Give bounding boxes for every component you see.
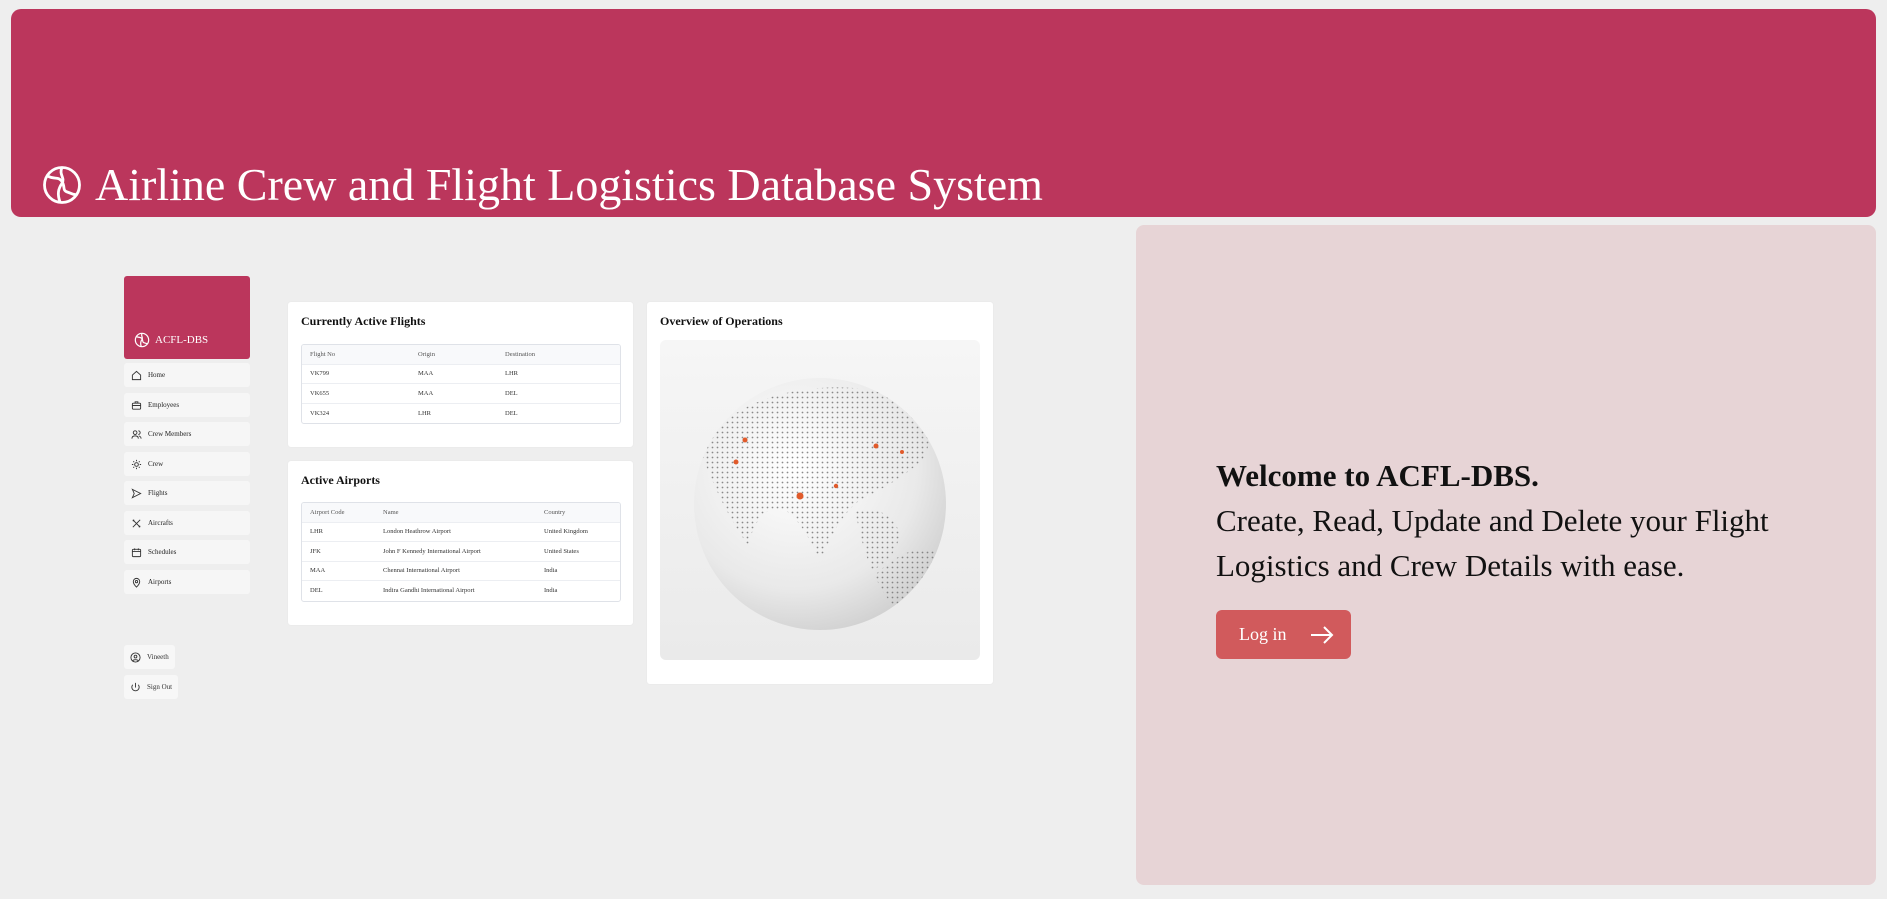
globe-map: [660, 340, 980, 660]
sidebar-item-schedules[interactable]: Schedules: [124, 540, 250, 564]
column-header: Country: [544, 508, 566, 516]
welcome-panel: Welcome to ACFL-DBS. Create, Read, Updat…: [1136, 225, 1876, 885]
sign-out-button[interactable]: Sign Out: [124, 675, 179, 699]
send-icon: [131, 487, 142, 499]
table-cell: MAA: [310, 567, 326, 575]
arrow-right-icon: [1310, 625, 1333, 644]
map-pin-icon: [132, 577, 141, 588]
table-cell: JFK: [310, 547, 321, 555]
globe-icon: [134, 332, 150, 348]
dotted-globe: [694, 378, 946, 630]
table-row[interactable]: VK655 MAA DEL: [302, 384, 620, 404]
table-row[interactable]: JFK John F Kennedy International Airport…: [302, 542, 620, 562]
table-cell: London Heathrow Airport: [383, 528, 451, 536]
column-header: Name: [383, 508, 399, 516]
flight-marker: [742, 437, 748, 443]
users-icon: [131, 429, 142, 439]
user-circle-icon: [130, 651, 141, 663]
table-cell: United States: [544, 547, 579, 555]
sidebar-item-label: Flights: [148, 489, 168, 497]
table-cell: LHR: [418, 409, 431, 417]
sidebar-item-airports[interactable]: Airports: [124, 570, 250, 594]
table-cell: VK799: [310, 370, 330, 378]
flight-marker: [873, 443, 879, 449]
calendar-icon: [131, 547, 142, 557]
table-cell: MAA: [418, 370, 434, 378]
home-icon: [131, 370, 142, 380]
table-cell: United Kingdom: [544, 528, 588, 536]
sidebar-item-crew[interactable]: Crew: [124, 452, 250, 476]
table-row[interactable]: VK324 LHR DEL: [302, 404, 620, 424]
welcome-text: Welcome to ACFL-DBS. Create, Read, Updat…: [1216, 453, 1836, 588]
sidebar-item-employees[interactable]: Employees: [124, 393, 250, 417]
sidebar-item-label: Airports: [148, 578, 172, 586]
user-cog-icon: [131, 459, 142, 469]
table-row[interactable]: MAA Chennai International Airport India: [302, 562, 620, 581]
login-label: Log in: [1239, 624, 1287, 644]
welcome-heading: Welcome to ACFL-DBS.: [1216, 458, 1539, 493]
card-title: Active Airports: [301, 473, 380, 487]
sidebar-item-crew-members[interactable]: Crew Members: [124, 422, 250, 446]
table-cell: MAA: [418, 389, 434, 397]
login-button[interactable]: Log in: [1216, 610, 1351, 659]
user-profile-button[interactable]: Vineeth: [124, 645, 175, 669]
sidebar-header: ACFL-DBS: [124, 276, 250, 359]
flights-table: Flight No Origin Destination VK799 MAA L…: [301, 344, 621, 424]
app-title: Airline Crew and Flight Logistics Databa…: [95, 159, 1043, 210]
globe-icon: [43, 166, 81, 204]
power-icon: [131, 682, 140, 691]
sidebar-item-label: Employees: [148, 401, 180, 409]
column-header: Airport Code: [310, 508, 345, 516]
flight-marker: [900, 450, 904, 454]
sidebar-item-home[interactable]: Home: [124, 363, 250, 387]
app-preview: ACFL-DBS Home Employees Crew Members Cre…: [118, 272, 1005, 722]
sidebar-item-label: Crew: [148, 460, 164, 468]
table-row[interactable]: VK799 MAA LHR: [302, 365, 620, 384]
active-airports-card: Active Airports Airport Code Name Countr…: [288, 461, 633, 625]
table-cell: VK655: [310, 389, 330, 397]
table-cell: John F Kennedy International Airport: [383, 547, 481, 555]
column-header: Flight No: [310, 350, 336, 358]
active-flights-card: Currently Active Flights Flight No Origi…: [288, 302, 633, 447]
column-header: Destination: [505, 350, 535, 358]
flight-marker: [733, 459, 739, 465]
sidebar-item-flights[interactable]: Flights: [124, 481, 250, 505]
table-cell: DEL: [505, 409, 518, 417]
table-cell: Indira Gandhi International Airport: [383, 587, 475, 595]
sidebar-item-label: Home: [148, 371, 166, 379]
table-cell: India: [544, 567, 558, 575]
page-title: Airline Crew and Flight Logistics Databa…: [41, 157, 1043, 213]
sidebar-item-label: Aircrafts: [148, 519, 173, 527]
sidebar-brand: ACFL-DBS: [155, 334, 209, 346]
welcome-description: Create, Read, Update and Delete your Fli…: [1216, 503, 1769, 583]
table-cell: LHR: [310, 528, 323, 536]
sidebar-item-label: Crew Members: [148, 430, 192, 438]
card-title: Overview of Operations: [660, 314, 783, 328]
table-header: Flight No Origin Destination: [302, 345, 620, 365]
sidebar-item-aircrafts[interactable]: Aircrafts: [124, 511, 250, 535]
table-cell: DEL: [505, 389, 518, 397]
user-name: Vineeth: [147, 653, 169, 661]
column-header: Origin: [418, 350, 435, 358]
tools-icon: [132, 519, 141, 527]
table-cell: India: [544, 587, 558, 595]
table-cell: Chennai International Airport: [383, 567, 460, 575]
table-header: Airport Code Name Country: [302, 503, 620, 523]
sign-out-label: Sign Out: [147, 683, 173, 691]
table-row[interactable]: LHR London Heathrow Airport United Kingd…: [302, 523, 620, 542]
header-banner: Airline Crew and Flight Logistics Databa…: [11, 9, 1876, 217]
table-row[interactable]: DEL Indira Gandhi International Airport …: [302, 581, 620, 601]
card-title: Currently Active Flights: [301, 314, 426, 328]
table-cell: DEL: [310, 587, 323, 595]
sidebar-item-label: Schedules: [148, 548, 177, 556]
airports-table: Airport Code Name Country LHR London Hea…: [301, 502, 621, 602]
table-cell: LHR: [505, 370, 518, 378]
flight-marker: [833, 483, 839, 489]
overview-card: Overview of Operations: [647, 302, 993, 684]
briefcase-icon: [131, 400, 142, 410]
table-cell: VK324: [310, 409, 330, 417]
flight-marker: [796, 492, 804, 500]
